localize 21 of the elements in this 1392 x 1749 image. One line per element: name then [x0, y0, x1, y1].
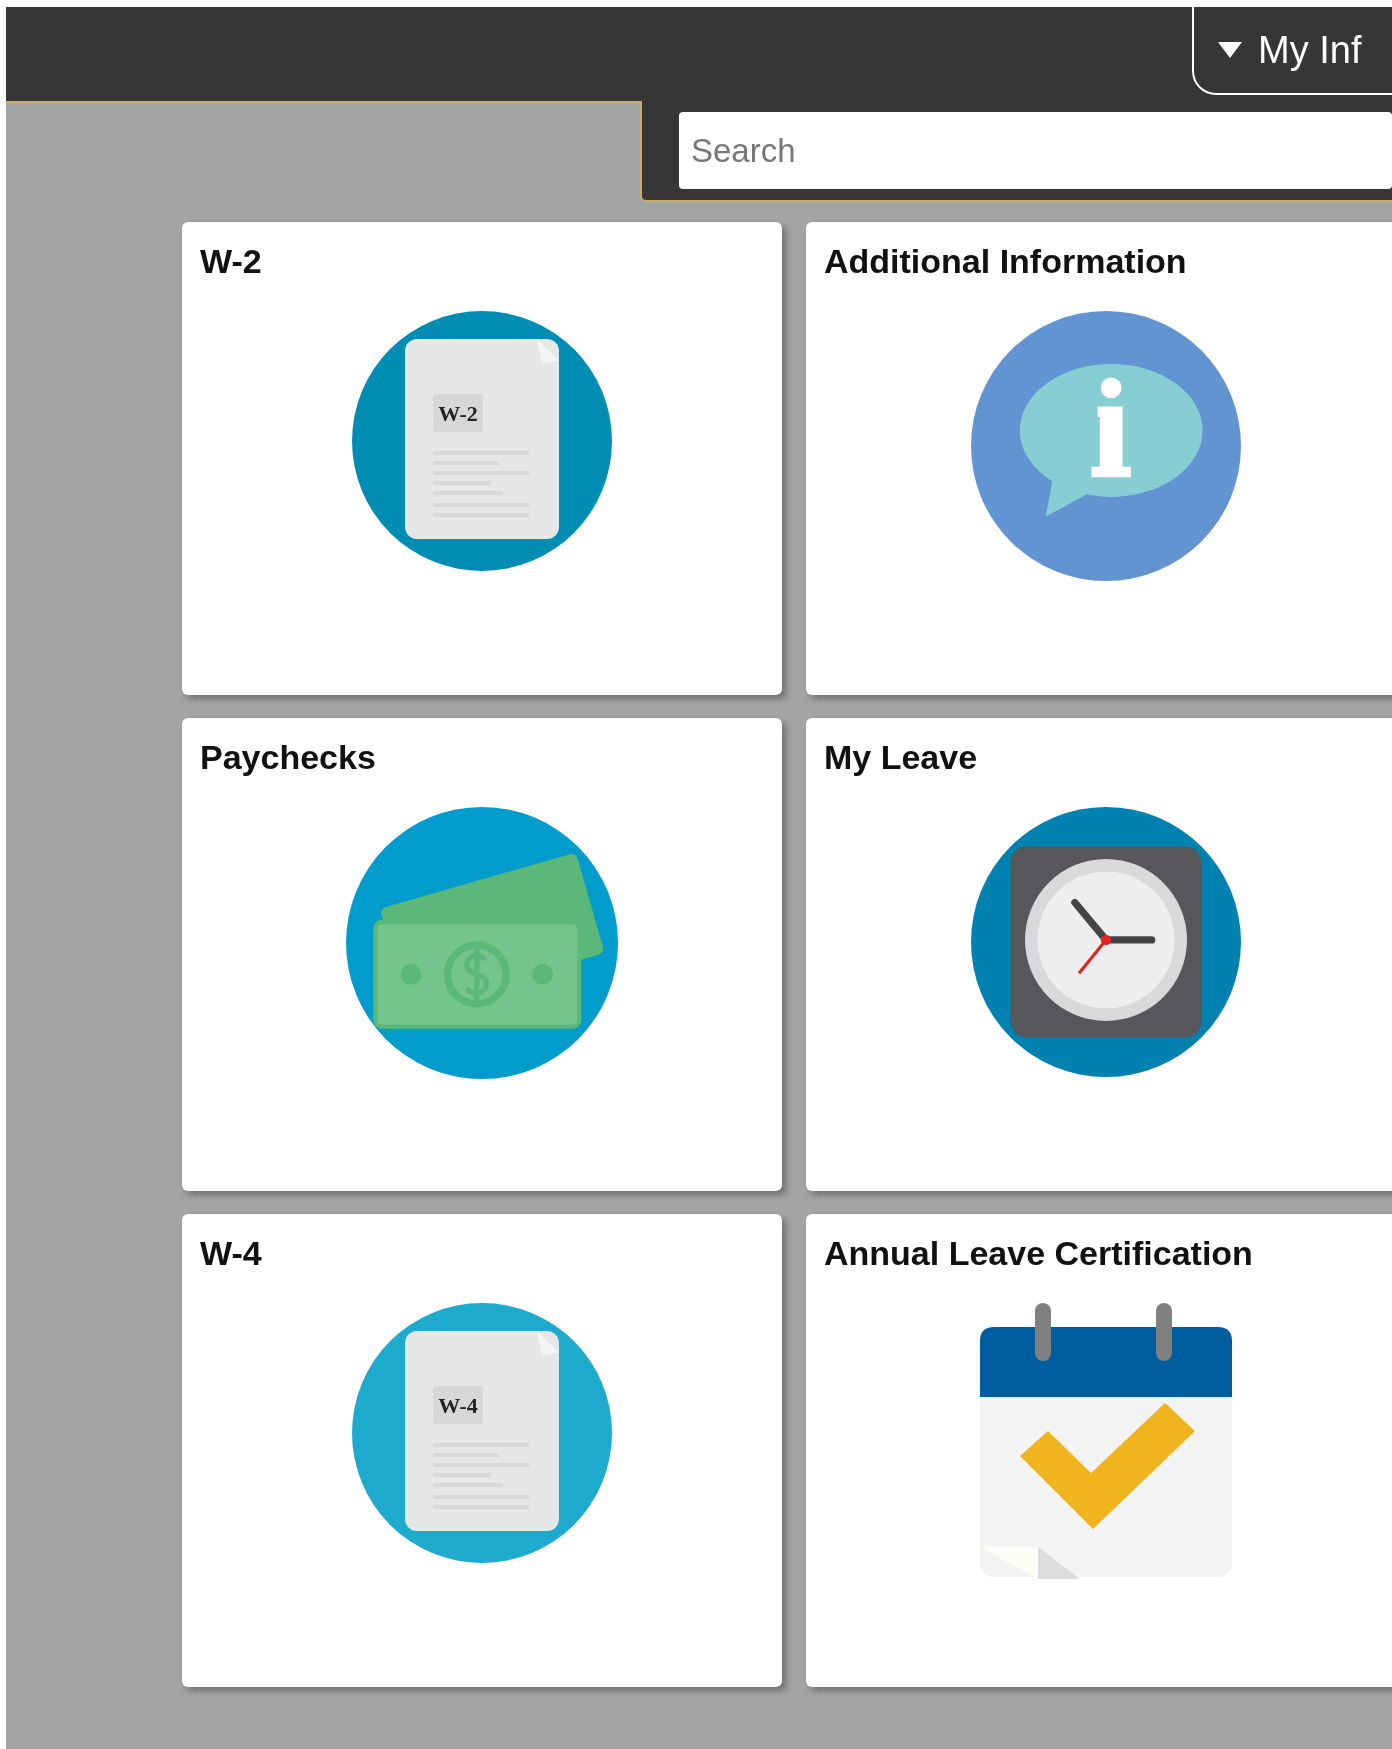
tile-title: Paychecks	[200, 737, 376, 778]
money-icon	[346, 807, 618, 1079]
search-field[interactable]: Search	[679, 112, 1392, 189]
document-icon: W-2	[352, 311, 612, 571]
tile-card[interactable]: Annual Leave Certification	[806, 1214, 1392, 1687]
tile-card[interactable]: Paychecks	[182, 718, 782, 1191]
tile-card[interactable]: W-4 W-4	[182, 1214, 782, 1687]
calendar-check-icon	[980, 1303, 1232, 1579]
tile-title: Annual Leave Certification	[824, 1233, 1253, 1274]
tile-card[interactable]: W-2 W-2	[182, 222, 782, 695]
tile-card[interactable]: My Leave	[806, 718, 1392, 1191]
tile-title: My Leave	[824, 737, 978, 778]
tile-card[interactable]: Additional Information	[806, 222, 1392, 695]
clock-icon	[971, 807, 1241, 1077]
document-icon: W-4	[352, 1303, 612, 1563]
tile-title: Additional Information	[824, 241, 1187, 282]
menu-tab[interactable]: My Inf	[1192, 7, 1392, 95]
tile-title: W-4	[200, 1233, 262, 1274]
info-icon	[971, 311, 1241, 581]
tile-title: W-2	[200, 241, 262, 282]
caret-down-icon	[1218, 42, 1242, 58]
